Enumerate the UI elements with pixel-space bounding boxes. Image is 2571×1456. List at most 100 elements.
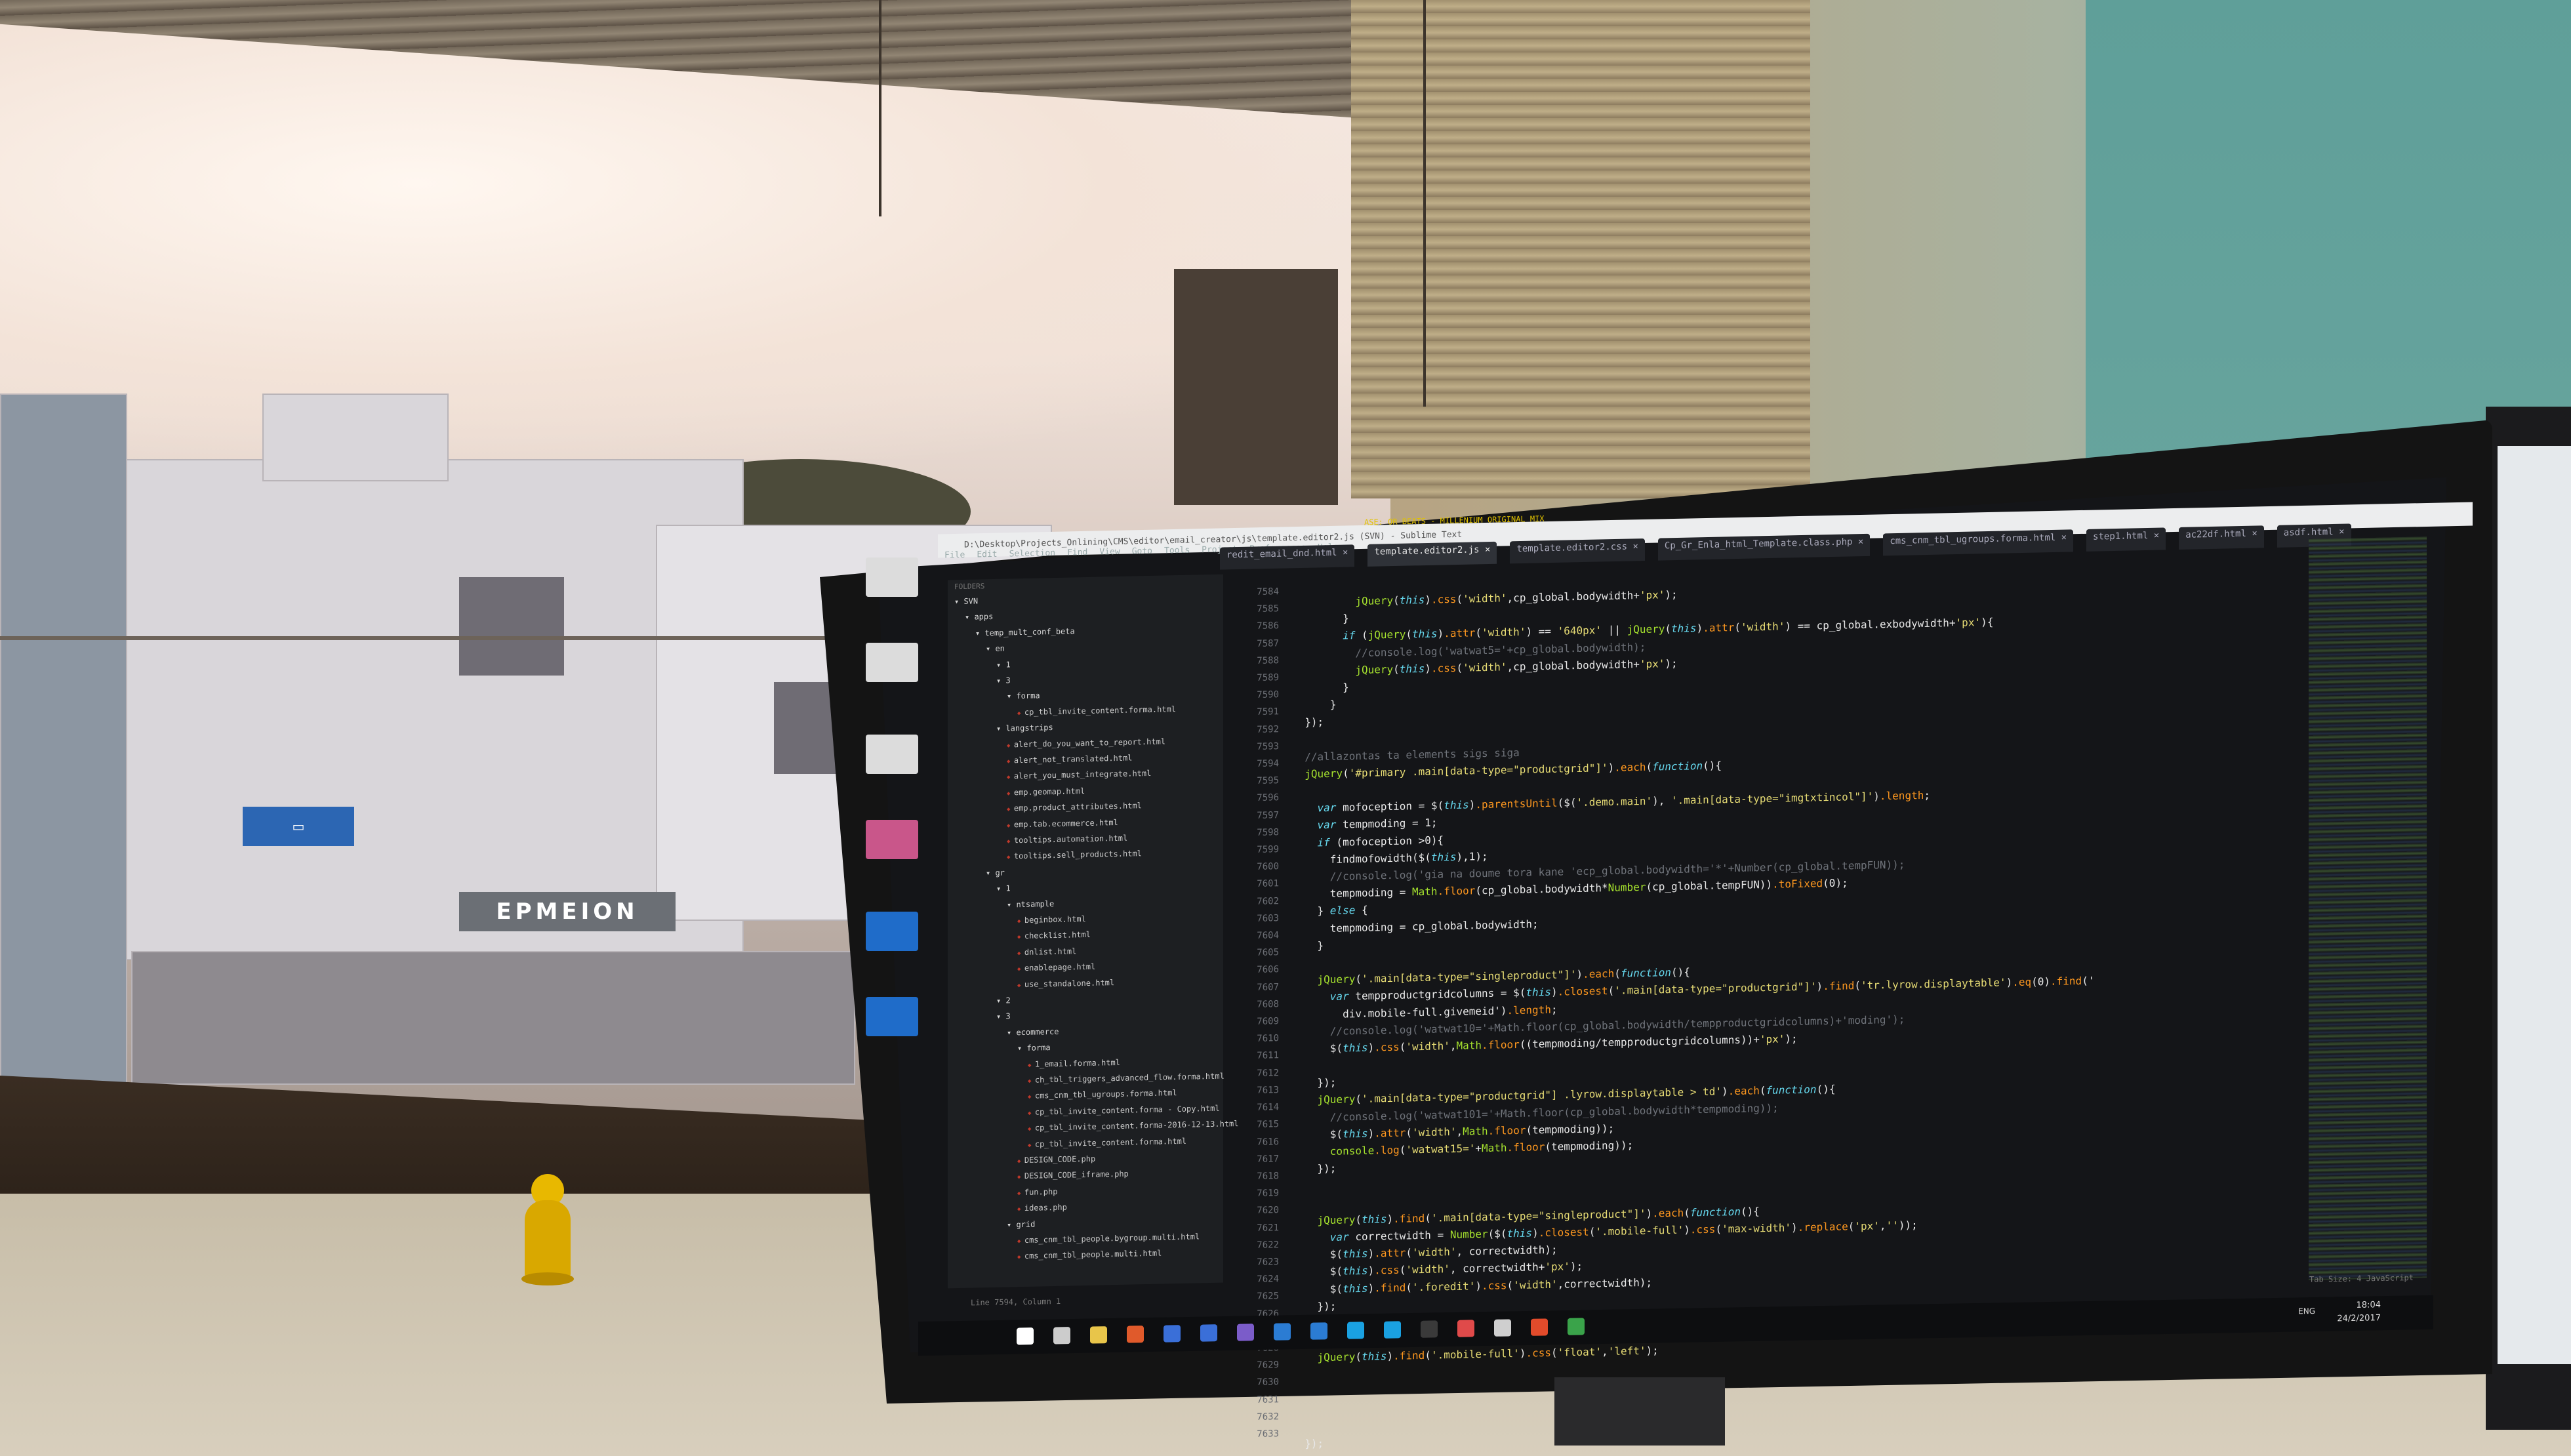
line-number: 7596 <box>1257 792 1279 804</box>
line-number: 7632 <box>1257 1411 1279 1423</box>
editor-tab[interactable]: step1.html × <box>2086 527 2166 552</box>
sidebar-folder[interactable]: ▾ 3 <box>996 676 1011 685</box>
desktop-icon[interactable] <box>866 735 918 774</box>
sidebar-file[interactable]: cms_cnm_tbl_people.multi.html <box>1017 1249 1162 1261</box>
sidebar-file[interactable]: ch_tbl_triggers_advanced_flow.forma.html <box>1028 1072 1225 1085</box>
taskbar-app-icon[interactable] <box>1017 1327 1034 1345</box>
sidebar-folder[interactable]: ▾ 1 <box>996 660 1011 669</box>
sidebar-file[interactable]: cp_tbl_invite_content.forma.html <box>1017 704 1176 717</box>
sidebar-folder[interactable]: ▾ ntsample <box>1007 899 1054 910</box>
taskbar-app-icon[interactable] <box>1053 1327 1070 1345</box>
taskbar-app-icon[interactable] <box>1310 1322 1327 1340</box>
sidebar-file[interactable]: enablepage.html <box>1017 962 1095 973</box>
status-syntax: Tab Size: 4 JavaScript <box>2309 1272 2414 1284</box>
line-number: 7617 <box>1257 1153 1279 1165</box>
sidebar-file[interactable]: checklist.html <box>1017 930 1091 940</box>
sidebar-folder[interactable]: ▾ grid <box>1007 1219 1035 1229</box>
code-editor[interactable]: jQuery(this).css('width',cp_global.bodyw… <box>1292 573 2302 1450</box>
sidebar-folder[interactable]: ▾ en <box>986 644 1005 654</box>
sidebar-file[interactable]: cp_tbl_invite_content.forma - Copy.html <box>1028 1104 1220 1117</box>
line-number: 7603 <box>1257 913 1279 924</box>
menu-item-selection[interactable]: Selection <box>1009 548 1055 566</box>
sidebar-file[interactable]: DESIGN_CODE.php <box>1017 1154 1095 1165</box>
desktop-icon[interactable] <box>866 912 918 951</box>
sidebar-folder[interactable]: ▾ apps <box>965 612 993 622</box>
sidebar-file[interactable]: fun.php <box>1017 1187 1058 1197</box>
menu-item-view[interactable]: View <box>1099 547 1120 565</box>
sidebar-file[interactable]: dnlist.html <box>1017 946 1076 957</box>
sidebar-folder[interactable]: ▾ 3 <box>996 1012 1011 1021</box>
line-number: 7605 <box>1257 947 1279 959</box>
sidebar-file[interactable]: cp_tbl_invite_content.forma-2016-12-13.h… <box>1028 1119 1239 1133</box>
editor-tab[interactable]: template.editor2.css × <box>1510 538 1645 564</box>
sidebar-file[interactable]: cp_tbl_invite_content.forma.html <box>1028 1136 1186 1148</box>
taskbar-app-icon[interactable] <box>1384 1321 1401 1339</box>
taskbar-clock[interactable]: 18:04 24/2/2017 <box>2337 1299 2381 1325</box>
taskbar-app-icon[interactable] <box>1090 1326 1107 1344</box>
menu-item-find[interactable]: Find <box>1067 548 1087 565</box>
sidebar-file[interactable]: emp.geomap.html <box>1007 786 1085 797</box>
editor-tab[interactable]: Cp_Gr_Enla_html_Template.class.php × <box>1657 533 1871 561</box>
sidebar-folder[interactable]: ▾ gr <box>986 868 1005 878</box>
sidebar-file[interactable]: alert_do_you_want_to_report.html <box>1007 737 1165 749</box>
blind-cord <box>879 0 881 216</box>
sidebar-folder[interactable]: ▾ langstrips <box>996 723 1053 733</box>
minimap[interactable] <box>2309 536 2427 1280</box>
language-indicator[interactable]: ENG <box>2298 1306 2315 1316</box>
sidebar-file[interactable]: alert_not_translated.html <box>1007 754 1133 765</box>
line-number: 7584 <box>1257 586 1279 597</box>
editor-tab[interactable]: template.editor2.js × <box>1367 541 1497 567</box>
sidebar-folder[interactable]: ▾ ecommerce <box>1007 1027 1059 1038</box>
taskbar-app-icon[interactable] <box>1494 1319 1511 1337</box>
building-facade <box>85 459 744 960</box>
glass-building-left <box>0 394 127 1118</box>
line-number: 7613 <box>1257 1085 1279 1096</box>
taskbar-app-icon[interactable] <box>1531 1318 1548 1336</box>
sidebar-folder[interactable]: ▾ SVN <box>954 596 978 606</box>
line-numbers: 7584 7585 7586 7587 7588 7589 7590 7591 7592 7593… <box>1226 583 1279 1440</box>
desktop-icon[interactable] <box>866 997 918 1036</box>
taskbar-app-icon[interactable] <box>1347 1322 1364 1339</box>
taskbar-app-icon[interactable] <box>1237 1324 1254 1341</box>
sidebar-folder[interactable]: ▾ temp_mult_conf_beta <box>975 626 1075 637</box>
window-rail <box>0 636 853 640</box>
line-number: 7592 <box>1257 723 1279 735</box>
taskbar-app-icon[interactable] <box>1421 1320 1438 1338</box>
sidebar-file[interactable]: tooltips.sell_products.html <box>1007 849 1142 861</box>
menu-item-tools[interactable]: Tools <box>1164 546 1190 563</box>
sidebar-file[interactable]: emp.tab.ecommerce.html <box>1007 818 1118 830</box>
sidebar-file[interactable]: beginbox.html <box>1017 914 1086 925</box>
sidebar-file[interactable]: cms_cnm_tbl_people.bygroup.multi.html <box>1017 1232 1200 1245</box>
taskbar-app-icon[interactable] <box>1274 1323 1291 1341</box>
editor-tab[interactable]: redit_email_dnd.html × <box>1220 544 1355 570</box>
sidebar-folder[interactable]: ▾ 2 <box>996 996 1011 1005</box>
sidebar-file[interactable]: DESIGN_CODE_iframe.php <box>1017 1169 1129 1181</box>
taskbar-app-icon[interactable] <box>1164 1325 1181 1343</box>
taskbar-app-icon[interactable] <box>1127 1325 1144 1343</box>
desktop-icon[interactable] <box>866 643 918 682</box>
menu-item-file[interactable]: File <box>944 550 965 568</box>
taskbar-app-icon[interactable] <box>1457 1320 1474 1337</box>
taskbar-app-icon[interactable] <box>1200 1324 1217 1342</box>
sidebar-file[interactable]: alert_you_must_integrate.html <box>1007 769 1152 781</box>
line-number: 7600 <box>1257 861 1279 873</box>
editor-tab[interactable]: cms_cnm_tbl_ugroups.forma.html × <box>1883 529 2074 556</box>
desktop-icon[interactable] <box>866 820 918 859</box>
sidebar-file[interactable]: cms_cnm_tbl_ugroups.forma.html <box>1028 1088 1177 1101</box>
sidebar-folder[interactable]: ▾ forma <box>1017 1043 1051 1053</box>
sidebar-file[interactable]: use_standalone.html <box>1017 978 1114 989</box>
clock-date: 24/2/2017 <box>2337 1313 2381 1324</box>
sidebar-file[interactable]: emp.product_attributes.html <box>1007 801 1142 813</box>
sidebar-folder[interactable]: ▾ 1 <box>996 884 1011 893</box>
editor-tab[interactable]: ac22df.html × <box>2179 525 2264 550</box>
menu-item-goto[interactable]: Goto <box>1132 546 1152 564</box>
sidebar-folder[interactable]: ▾ forma <box>1007 691 1040 701</box>
desktop-icon[interactable] <box>866 557 918 597</box>
sidebar-file[interactable]: ideas.php <box>1017 1203 1067 1213</box>
taskbar-app-icon[interactable] <box>1568 1318 1585 1335</box>
line-number: 7590 <box>1257 689 1279 701</box>
sidebar-file[interactable]: 1_email.forma.html <box>1028 1057 1120 1068</box>
sidebar-file[interactable]: tooltips.automation.html <box>1007 834 1127 845</box>
menu-item-edit[interactable]: Edit <box>977 550 997 567</box>
line-number: 7595 <box>1257 775 1279 787</box>
